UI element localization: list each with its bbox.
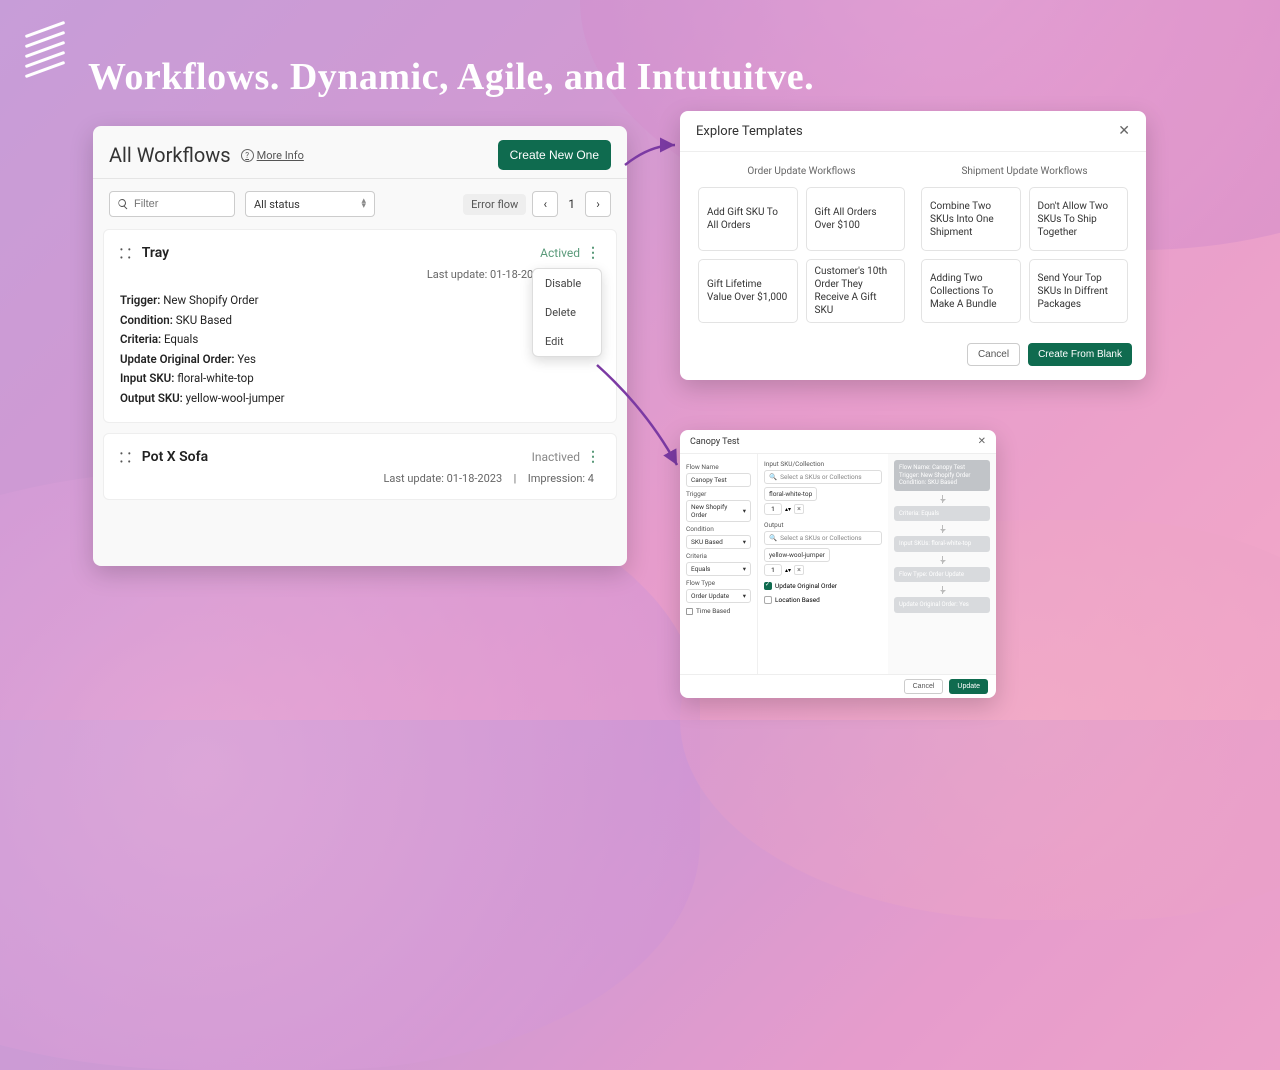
template-card[interactable]: Send Your Top SKUs In Diffrent Packages — [1029, 259, 1129, 323]
pager-next[interactable]: › — [585, 191, 611, 217]
page-headline: Workflows. Dynamic, Agile, and Intutuitv… — [88, 55, 814, 99]
error-flow-chip[interactable]: Error flow — [463, 194, 526, 215]
templates-modal: Explore Templates ✕ Order Update Workflo… — [680, 111, 1146, 380]
location-based-checkbox[interactable]: Location Based — [764, 596, 882, 604]
input-sku-tag: floral-white-top — [764, 487, 817, 501]
templates-cancel-button[interactable]: Cancel — [967, 343, 1020, 366]
card-action-menu: Disable Delete Edit — [532, 268, 602, 357]
menu-disable[interactable]: Disable — [533, 269, 601, 298]
output-sku-tag: yellow-wool-jumper — [764, 548, 830, 562]
workflow-card-pot: ⸬Pot X Sofa Inactived⋮ Last update: 01-1… — [103, 433, 617, 500]
template-card[interactable]: Customer's 10th Order They Receive A Gif… — [806, 259, 906, 323]
workflow-editor-modal: Canopy Test ✕ Flow Name Canopy Test Trig… — [680, 430, 996, 698]
drag-handle-icon[interactable]: ⸬ — [120, 244, 132, 262]
workflows-panel: All Workflows More Info Create New One A… — [93, 126, 627, 566]
input-sku-search[interactable]: 🔍 Select a SKUs or Collections — [764, 470, 882, 484]
flow-node: Update Original Order: Yes — [894, 597, 990, 613]
drag-handle-icon[interactable]: ⸬ — [120, 448, 132, 466]
template-card[interactable]: Combine Two SKUs Into One Shipment — [921, 187, 1021, 251]
editor-title: Canopy Test — [690, 437, 739, 447]
trigger-select[interactable]: New Shopify Order▾ — [686, 500, 751, 522]
flow-node: Criteria: Equals — [894, 506, 990, 522]
card-menu-button[interactable]: ⋮ — [586, 449, 600, 465]
card-title: Tray — [142, 245, 169, 261]
card-menu-button[interactable]: ⋮ — [586, 245, 600, 261]
editor-flow-preview: Flow Name: Canopy Test Trigger: New Shop… — [888, 454, 996, 674]
flow-node: Flow Type: Order Update — [894, 567, 990, 583]
template-card[interactable]: Adding Two Collections To Make A Bundle — [921, 259, 1021, 323]
criteria-select[interactable]: Equals▾ — [686, 562, 751, 576]
menu-edit[interactable]: Edit — [533, 327, 601, 356]
editor-update-button[interactable]: Update — [949, 679, 988, 694]
remove-sku-icon[interactable]: × — [794, 504, 804, 514]
templates-title: Explore Templates — [696, 124, 803, 139]
menu-delete[interactable]: Delete — [533, 298, 601, 327]
condition-select[interactable]: SKU Based▾ — [686, 535, 751, 549]
flow-type-select[interactable]: Order Update▾ — [686, 589, 751, 603]
remove-sku-icon[interactable]: × — [794, 565, 804, 575]
filter-input-wrap[interactable] — [109, 191, 235, 217]
status-badge: Actived — [540, 246, 580, 260]
status-select[interactable]: All status▴▾ — [245, 191, 375, 217]
filter-input[interactable] — [134, 198, 224, 210]
flow-node: Input SKUs: floral-white-top — [894, 536, 990, 552]
close-icon[interactable]: ✕ — [978, 436, 986, 447]
flow-node: Flow Name: Canopy Test Trigger: New Shop… — [894, 460, 990, 491]
status-badge: Inactived — [532, 450, 580, 464]
update-original-checkbox[interactable]: Update Original Order — [764, 582, 882, 590]
editor-cancel-button[interactable]: Cancel — [904, 679, 944, 694]
workflows-title: All Workflows — [109, 143, 231, 167]
more-info-link[interactable]: More Info — [241, 149, 304, 162]
flow-name-field[interactable]: Canopy Test — [686, 473, 751, 487]
editor-mid-col: Input SKU/Collection 🔍 Select a SKUs or … — [758, 454, 888, 674]
close-icon[interactable]: ✕ — [1118, 123, 1130, 139]
template-card[interactable]: Don't Allow Two SKUs To Ship Together — [1029, 187, 1129, 251]
time-based-checkbox[interactable]: Time Based — [686, 607, 751, 615]
qty-input[interactable]: 1 — [764, 564, 782, 576]
search-icon — [117, 198, 129, 210]
create-from-blank-button[interactable]: Create From Blank — [1028, 343, 1132, 366]
card-title: Pot X Sofa — [142, 449, 208, 465]
workflow-card-tray: ⸬Tray Actived⋮ Disable Delete Edit Last … — [103, 229, 617, 423]
template-col-title: Shipment Update Workflows — [921, 166, 1128, 177]
output-sku-search[interactable]: 🔍 Select a SKUs or Collections — [764, 531, 882, 545]
editor-left-col: Flow Name Canopy Test Trigger New Shopif… — [680, 454, 758, 674]
template-card[interactable]: Gift Lifetime Value Over $1,000 — [698, 259, 798, 323]
page-number: 1 — [564, 197, 579, 211]
template-card[interactable]: Add Gift SKU To All Orders — [698, 187, 798, 251]
pager-prev[interactable]: ‹ — [532, 191, 558, 217]
template-col-title: Order Update Workflows — [698, 166, 905, 177]
qty-input[interactable]: 1 — [764, 503, 782, 515]
create-new-button[interactable]: Create New One — [498, 140, 611, 170]
template-card[interactable]: Gift All Orders Over $100 — [806, 187, 906, 251]
